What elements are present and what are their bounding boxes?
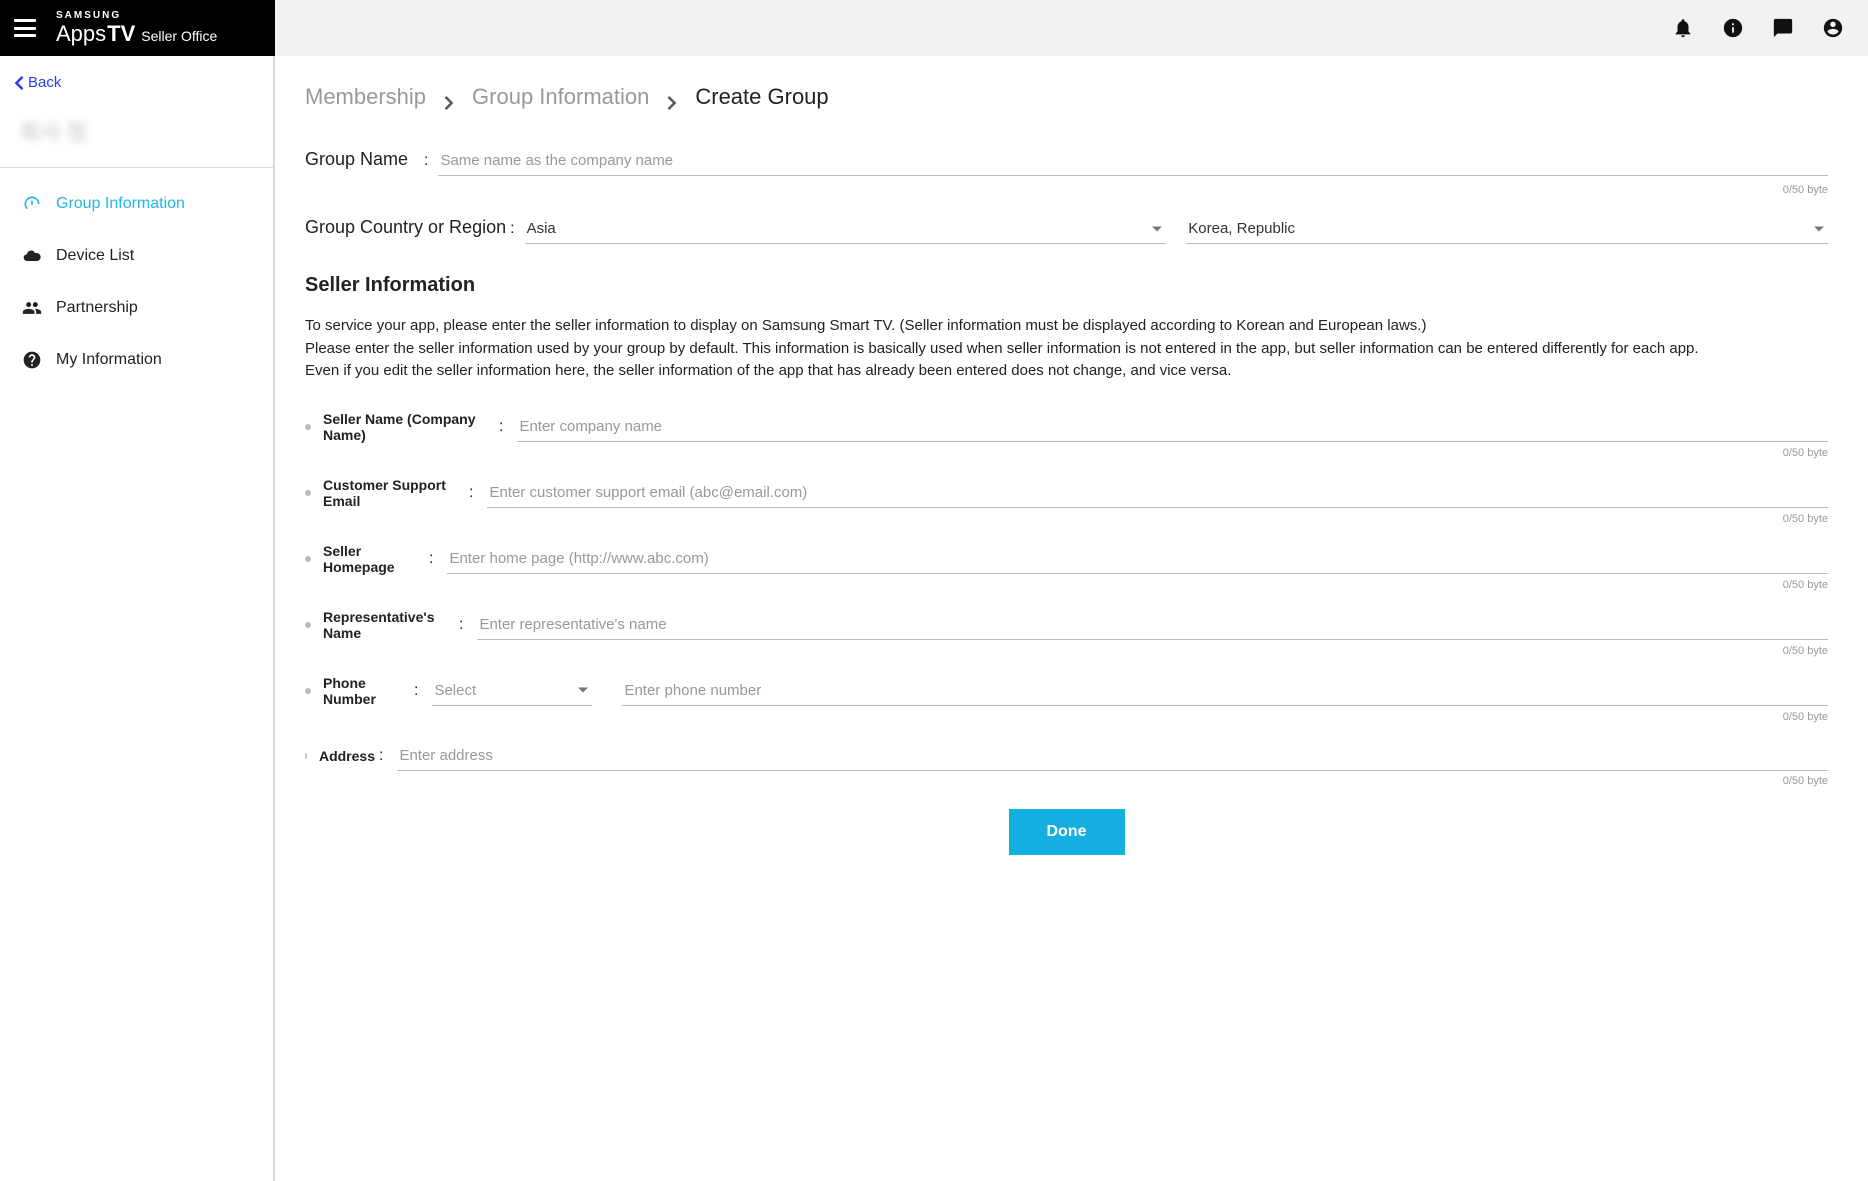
- seller-name-label: Seller Name (Company Name): [319, 411, 495, 443]
- region-continent-select[interactable]: Asia: [525, 214, 1167, 244]
- byte-counter: 0/50 byte: [305, 579, 1828, 591]
- byte-counter: 0/50 byte: [305, 711, 1828, 723]
- caret-down-icon: [1152, 226, 1162, 231]
- byte-counter: 0/50 byte: [305, 513, 1828, 525]
- rep-name-input[interactable]: [477, 610, 1828, 640]
- chevron-right-icon: [667, 90, 677, 104]
- rep-name-label: Representative's Name: [319, 609, 455, 641]
- breadcrumb-item[interactable]: Group Information: [472, 84, 649, 110]
- brand: SAMSUNG AppsTVSeller Office: [56, 11, 217, 45]
- bullet-icon: [305, 556, 311, 562]
- bullet-icon: [305, 688, 311, 694]
- sidebar-item-device-list[interactable]: Device List: [0, 230, 273, 282]
- cloud-icon: [22, 246, 42, 266]
- group-name-label: Group Name: [305, 149, 420, 170]
- sidebar-item-label: Group Information: [56, 195, 185, 213]
- header-actions: [275, 0, 1868, 56]
- people-icon: [22, 298, 42, 318]
- main-content: Membership Group Information Create Grou…: [275, 56, 1868, 1181]
- bell-icon[interactable]: [1672, 17, 1694, 39]
- sidebar: Back 회사 정 Group Information Device List …: [0, 56, 275, 1181]
- phone-country-select[interactable]: Select: [432, 676, 592, 706]
- sidebar-item-group-information[interactable]: Group Information: [0, 178, 273, 230]
- menu-icon[interactable]: [14, 19, 36, 37]
- breadcrumb: Membership Group Information Create Grou…: [305, 84, 1828, 110]
- sidebar-item-my-information[interactable]: My Information: [0, 334, 273, 386]
- dashboard-icon: [22, 194, 42, 214]
- seller-info-description: To service your app, please enter the se…: [305, 315, 1828, 383]
- account-name-blurred: 회사 정: [0, 97, 273, 167]
- seller-info-title: Seller Information: [305, 274, 1828, 297]
- chevron-right-icon: [444, 90, 454, 104]
- brand-samsung: SAMSUNG: [56, 11, 217, 21]
- sidebar-item-partnership[interactable]: Partnership: [0, 282, 273, 334]
- select-value: Select: [434, 682, 476, 699]
- side-nav: Group Information Device List Partnershi…: [0, 168, 273, 396]
- homepage-input[interactable]: [447, 544, 1828, 574]
- byte-counter: 0/50 byte: [305, 447, 1828, 459]
- sidebar-item-label: My Information: [56, 351, 162, 369]
- address-input[interactable]: [397, 741, 1828, 771]
- bullet-icon: [305, 753, 307, 759]
- address-label: Address: [315, 748, 375, 764]
- help-icon: [22, 350, 42, 370]
- done-button[interactable]: Done: [1009, 809, 1125, 855]
- top-header: SAMSUNG AppsTVSeller Office: [0, 0, 1868, 56]
- group-name-input[interactable]: [438, 146, 1828, 176]
- caret-down-icon: [578, 688, 588, 693]
- chat-icon[interactable]: [1772, 17, 1794, 39]
- byte-counter: 0/50 byte: [305, 645, 1828, 657]
- phone-label: Phone Number: [319, 675, 410, 707]
- user-icon[interactable]: [1822, 17, 1844, 39]
- caret-down-icon: [1814, 226, 1824, 231]
- sidebar-item-label: Partnership: [56, 299, 138, 317]
- support-email-label: Customer Support Email: [319, 477, 465, 509]
- back-link[interactable]: Back: [0, 68, 273, 97]
- bullet-icon: [305, 424, 311, 430]
- byte-counter: 0/50 byte: [305, 184, 1828, 196]
- bullet-icon: [305, 622, 311, 628]
- byte-counter: 0/50 byte: [305, 775, 1828, 787]
- phone-input[interactable]: [622, 676, 1828, 706]
- support-email-input[interactable]: [487, 478, 1828, 508]
- bullet-icon: [305, 490, 311, 496]
- homepage-label: Seller Homepage: [319, 543, 425, 575]
- seller-name-input[interactable]: [517, 412, 1828, 442]
- header-brand-block: SAMSUNG AppsTVSeller Office: [0, 0, 275, 56]
- info-icon[interactable]: [1722, 17, 1744, 39]
- breadcrumb-current: Create Group: [695, 84, 828, 110]
- breadcrumb-item[interactable]: Membership: [305, 84, 426, 110]
- select-value: Korea, Republic: [1188, 220, 1295, 237]
- sidebar-item-label: Device List: [56, 247, 134, 265]
- select-value: Asia: [527, 220, 556, 237]
- group-region-label: Group Country or Region: [305, 217, 506, 238]
- back-label: Back: [28, 74, 61, 91]
- region-country-select[interactable]: Korea, Republic: [1186, 214, 1828, 244]
